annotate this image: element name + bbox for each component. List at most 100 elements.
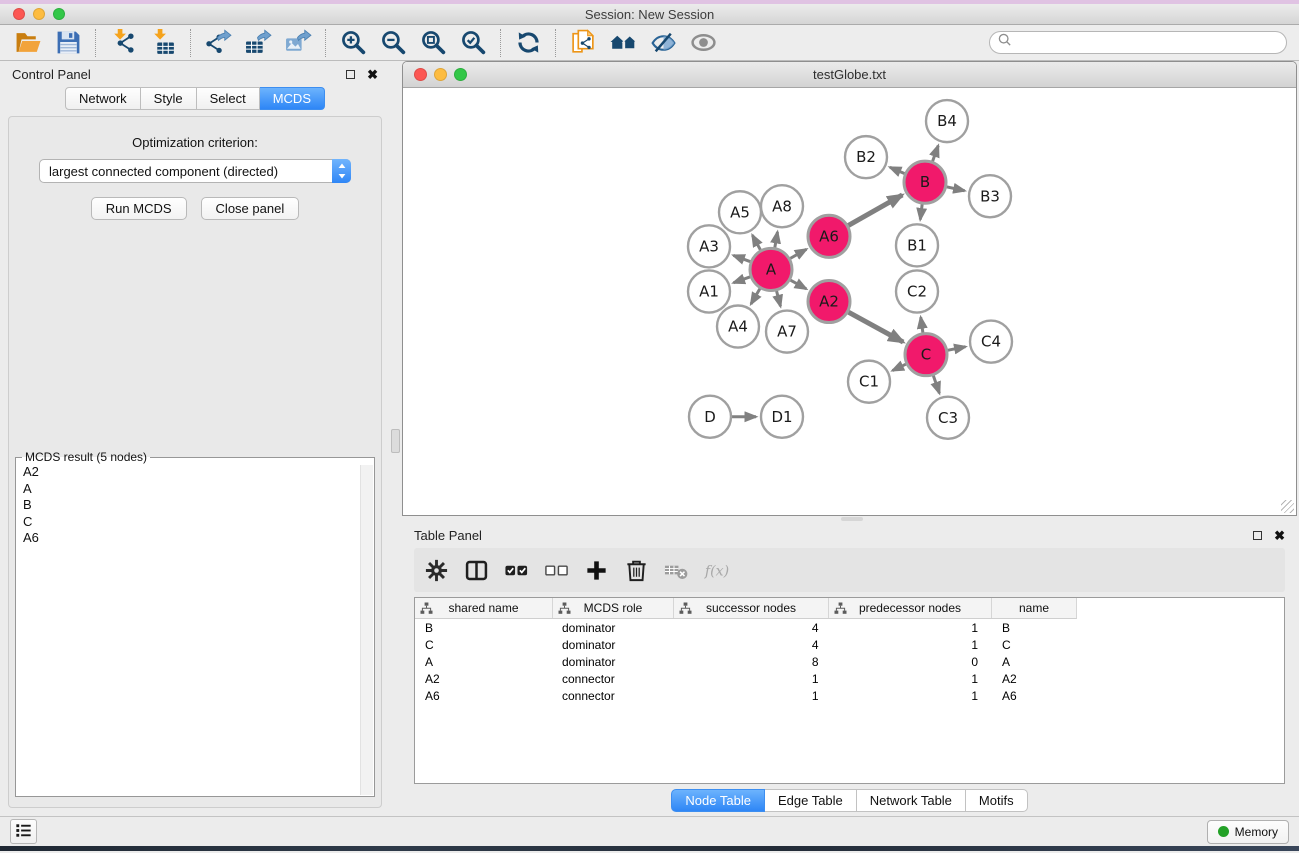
node-A4[interactable]: A4 <box>717 306 759 348</box>
divider-handle[interactable] <box>841 517 863 521</box>
node-A2[interactable]: A2 <box>808 280 850 322</box>
node-C1[interactable]: C1 <box>848 361 890 403</box>
node-B3[interactable]: B3 <box>969 175 1011 217</box>
save-icon[interactable] <box>48 27 88 59</box>
deselect-all-icon[interactable] <box>544 558 569 583</box>
close-view-button[interactable] <box>414 68 427 81</box>
table-row[interactable]: A2connector11A2 <box>415 671 1077 687</box>
column-header[interactable]: successor nodes <box>673 598 828 618</box>
network-document-icon[interactable] <box>563 27 603 59</box>
node-A[interactable]: A <box>750 248 792 290</box>
column-header[interactable]: MCDS role <box>552 598 673 618</box>
vertical-split-divider[interactable] <box>390 61 402 816</box>
edge-B-B1[interactable] <box>920 204 922 219</box>
zoom-fit-icon[interactable] <box>413 27 453 59</box>
float-panel-icon[interactable] <box>346 70 355 79</box>
eye-slash-icon[interactable] <box>643 27 683 59</box>
result-item[interactable]: A2 <box>21 464 374 481</box>
export-image-icon[interactable] <box>278 27 318 59</box>
maximize-window-button[interactable] <box>53 8 65 20</box>
result-item[interactable]: C <box>21 514 374 531</box>
tab-select[interactable]: Select <box>197 87 260 110</box>
eye-icon[interactable] <box>683 27 723 59</box>
app-titlebar[interactable]: Session: New Session <box>0 4 1299 25</box>
result-item[interactable]: A <box>21 481 374 498</box>
columns-icon[interactable] <box>464 558 489 583</box>
edge-A-A8[interactable] <box>775 232 778 248</box>
close-panel-button[interactable]: Close panel <box>201 197 300 220</box>
column-header[interactable]: shared name <box>415 598 552 618</box>
column-header[interactable]: name <box>991 598 1076 618</box>
edge-C-C4[interactable] <box>948 347 966 351</box>
add-row-icon[interactable] <box>584 558 609 583</box>
node-C2[interactable]: C2 <box>896 270 938 312</box>
close-window-button[interactable] <box>13 8 25 20</box>
node-D[interactable]: D <box>689 396 731 438</box>
maximize-view-button[interactable] <box>454 68 467 81</box>
refresh-icon[interactable] <box>508 27 548 59</box>
node-table[interactable]: shared nameMCDS rolesuccessor nodesprede… <box>414 597 1285 784</box>
homes-icon[interactable] <box>603 27 643 59</box>
edge-A6-B[interactable] <box>848 195 902 226</box>
edge-C-C3[interactable] <box>933 375 939 393</box>
edge-B-B2[interactable] <box>890 167 905 173</box>
tab-edge-table[interactable]: Edge Table <box>765 789 857 812</box>
tab-node-table[interactable]: Node Table <box>671 789 765 812</box>
tab-mcds[interactable]: MCDS <box>260 87 325 110</box>
edge-A-A6[interactable] <box>790 249 806 258</box>
search-box[interactable] <box>989 31 1287 54</box>
close-panel-icon[interactable]: ✖ <box>367 68 378 81</box>
edge-A-A4[interactable] <box>751 288 760 304</box>
node-C4[interactable]: C4 <box>970 321 1012 363</box>
table-row[interactable]: Bdominator41B <box>415 620 1077 636</box>
edge-A2-C[interactable] <box>848 312 903 342</box>
edge-B-B3[interactable] <box>947 187 965 191</box>
table-row[interactable]: Adominator80A <box>415 654 1077 670</box>
network-window-titlebar[interactable]: testGlobe.txt <box>403 62 1296 88</box>
edge-A-A7[interactable] <box>777 291 781 307</box>
zoom-in-icon[interactable] <box>333 27 373 59</box>
search-input[interactable] <box>1016 35 1279 50</box>
node-D1[interactable]: D1 <box>761 396 803 438</box>
tab-network[interactable]: Network <box>65 87 141 110</box>
node-B[interactable]: B <box>904 161 946 203</box>
edge-A-A1[interactable] <box>734 277 751 283</box>
edge-C-C1[interactable] <box>893 364 907 371</box>
minimize-view-button[interactable] <box>434 68 447 81</box>
export-table-icon[interactable] <box>238 27 278 59</box>
divider-handle[interactable] <box>391 429 400 453</box>
node-A5[interactable]: A5 <box>719 191 761 233</box>
result-item[interactable]: B <box>21 497 374 514</box>
network-canvas[interactable]: AA1A2A3A4A5A6A7A8BB1B2B3B4CC1C2C3C4DD1 <box>403 88 1296 515</box>
zoom-selected-icon[interactable] <box>453 27 493 59</box>
export-network-icon[interactable] <box>198 27 238 59</box>
column-header[interactable]: predecessor nodes <box>828 598 991 618</box>
tab-style[interactable]: Style <box>141 87 197 110</box>
horizontal-split-divider[interactable] <box>402 516 1297 522</box>
import-table-icon[interactable] <box>143 27 183 59</box>
node-C3[interactable]: C3 <box>927 397 969 439</box>
run-mcds-button[interactable]: Run MCDS <box>91 197 187 220</box>
panel-selector-button[interactable] <box>10 819 37 844</box>
edge-A-A5[interactable] <box>752 235 760 250</box>
float-panel-icon[interactable] <box>1253 531 1262 540</box>
node-B4[interactable]: B4 <box>926 100 968 142</box>
tab-network-table[interactable]: Network Table <box>857 789 966 812</box>
criterion-select[interactable]: largest connected component (directed) <box>39 159 351 183</box>
node-A3[interactable]: A3 <box>688 225 730 267</box>
minimize-window-button[interactable] <box>33 8 45 20</box>
trash-icon[interactable] <box>624 558 649 583</box>
select-all-icon[interactable] <box>504 558 529 583</box>
node-A1[interactable]: A1 <box>688 270 730 312</box>
node-B2[interactable]: B2 <box>845 136 887 178</box>
node-A8[interactable]: A8 <box>761 185 803 227</box>
edge-A-A2[interactable] <box>790 280 806 289</box>
table-row[interactable]: Cdominator41C <box>415 637 1077 653</box>
node-A6[interactable]: A6 <box>808 215 850 257</box>
gear-icon[interactable] <box>424 558 449 583</box>
node-C[interactable]: C <box>905 334 947 376</box>
memory-button[interactable]: Memory <box>1207 820 1289 844</box>
zoom-out-icon[interactable] <box>373 27 413 59</box>
close-panel-icon[interactable]: ✖ <box>1274 529 1285 542</box>
node-B1[interactable]: B1 <box>896 224 938 266</box>
